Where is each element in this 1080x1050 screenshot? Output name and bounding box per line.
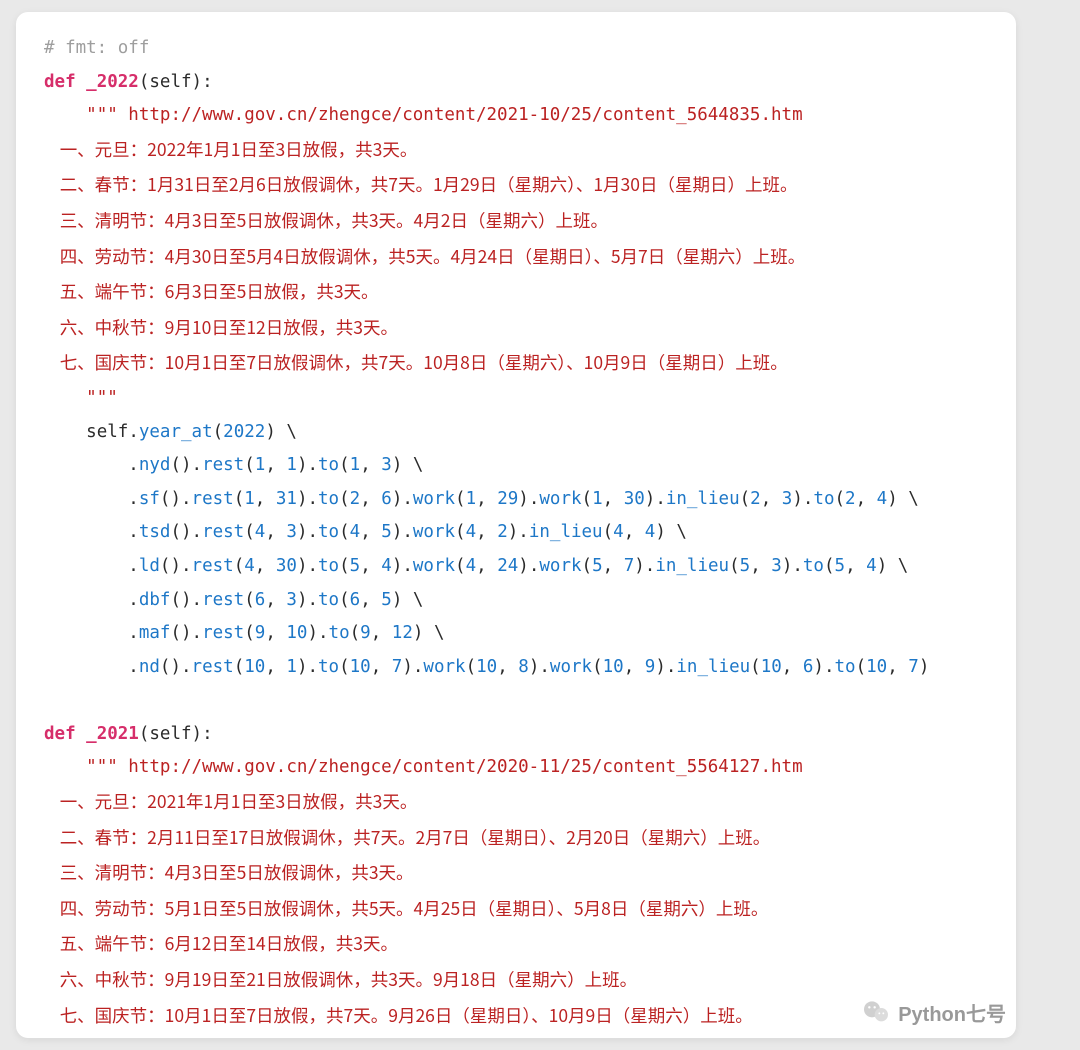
code-card: # fmt: off def _2022(self): """ http://w…: [16, 12, 1016, 1038]
docstring-line-2022-5: 五、端午节：6月3日至5日放假，共3天。: [44, 279, 379, 304]
docstring-line-2022-1: 一、元旦：2022年1月1日至3日放假，共3天。: [44, 137, 417, 162]
docstring-line-2021-6: 六、中秋节：9月19日至21日放假调休，共3天。9月18日（星期六）上班。: [44, 967, 637, 992]
keyword-def-2: def: [44, 724, 76, 744]
fn-name-2021: _2021: [86, 724, 139, 744]
docstring-line-2022-2: 二、春节：1月31日至2月6日放假调休，共7天。1月29日（星期六）、1月30日…: [44, 172, 797, 197]
fn-name-2022: _2022: [86, 72, 139, 92]
docstring-url-2021: http://www.gov.cn/zhengce/content/2020-1…: [118, 757, 803, 777]
docstring-line-2022-4: 四、劳动节：4月30日至5月4日放假调休，共5天。4月24日（星期日）、5月7日…: [44, 244, 805, 269]
keyword-def: def: [44, 72, 76, 92]
docstring-line-2021-7: 七、国庆节：10月1日至7日放假，共7天。9月26日（星期日）、10月9日（星期…: [44, 1003, 753, 1028]
docstring-line-2021-5: 五、端午节：6月12日至14日放假，共3天。: [44, 931, 398, 956]
docstring-line-2021-4: 四、劳动节：5月1日至5日放假调休，共5天。4月25日（星期日）、5月8日（星期…: [44, 896, 768, 921]
code-block: # fmt: off def _2022(self): """ http://w…: [44, 32, 992, 1034]
docstring-line-2022-6: 六、中秋节：9月10日至12日放假，共3天。: [44, 315, 398, 340]
docstring-open: """: [86, 105, 118, 125]
comment-fmt-off: # fmt: off: [44, 38, 149, 58]
docstring-line-2021-2: 二、春节：2月11日至17日放假调休，共7天。2月7日（星期日）、2月20日（星…: [44, 825, 770, 850]
docstring-line-2021-3: 三、清明节：4月3日至5日放假调休，共3天。: [44, 860, 414, 885]
docstring-close: """: [86, 388, 118, 408]
docstring-url-2022: http://www.gov.cn/zhengce/content/2021-1…: [118, 105, 803, 125]
docstring-line-2022-3: 三、清明节：4月3日至5日放假调休，共3天。4月2日（星期六）上班。: [44, 208, 608, 233]
docstring-line-2021-1: 一、元旦：2021年1月1日至3日放假，共3天。: [44, 789, 417, 814]
docstring-line-2022-7: 七、国庆节：10月1日至7日放假调休，共7天。10月8日（星期六）、10月9日（…: [44, 350, 788, 375]
